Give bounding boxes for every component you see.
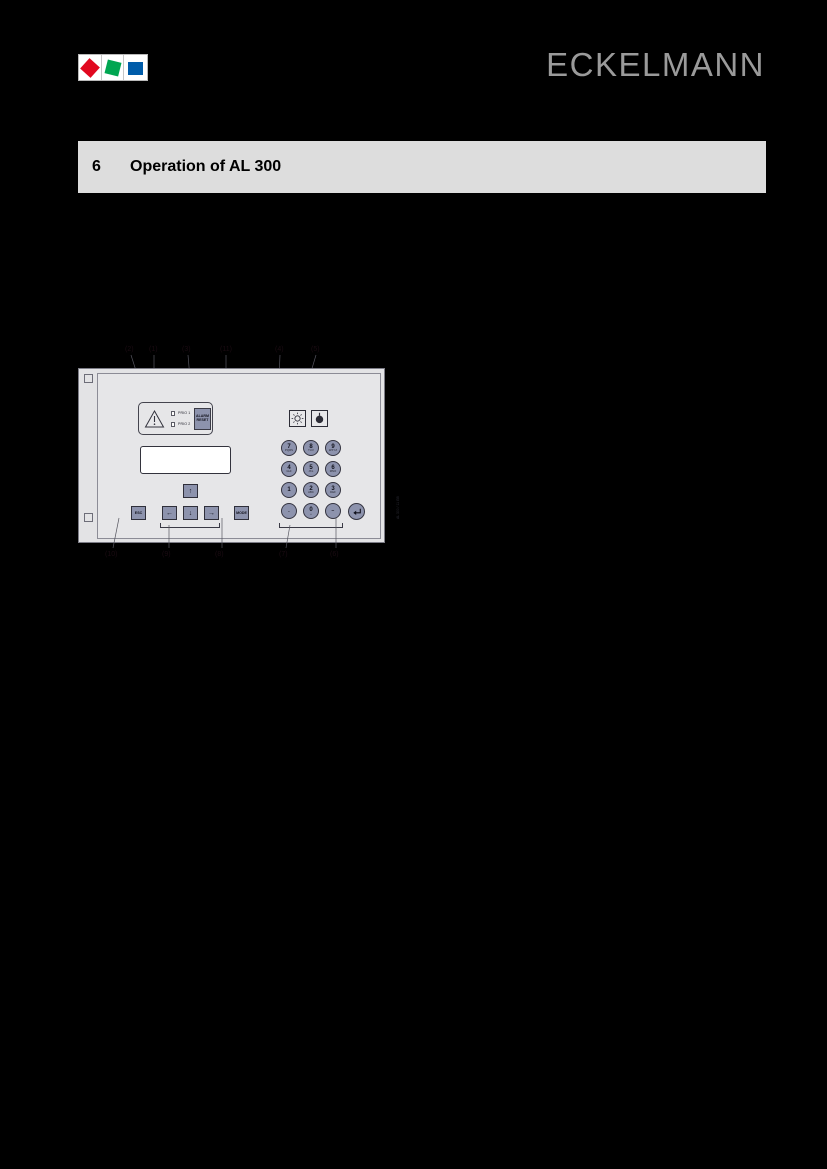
numeric-key-9[interactable]: 9 WXYZ <box>325 440 341 456</box>
callout-6: (6) <box>330 551 339 558</box>
keypad-bracket <box>279 523 343 528</box>
numeric-key-3[interactable]: 3 DEF <box>325 482 341 498</box>
prio-2-label: PRIO 2 <box>178 422 191 426</box>
key-period-digit: . <box>288 507 290 514</box>
numeric-key-0[interactable]: 0 ␣ <box>303 503 319 519</box>
key-2-sub: ABC <box>308 490 314 494</box>
callout-5: (5) <box>311 346 320 353</box>
callout-11: (11) <box>220 346 232 353</box>
numeric-key-minus[interactable]: − <box>325 503 341 519</box>
green-square-icon <box>104 59 122 77</box>
key-7-sub: PQRS <box>284 448 294 452</box>
arrow-up-label: ↑ <box>188 487 193 495</box>
arrow-up-key[interactable]: ↑ <box>183 484 198 498</box>
arrow-left-key[interactable]: ← <box>162 506 177 520</box>
callout-3: (3) <box>182 346 191 353</box>
arrow-down-key[interactable]: ↓ <box>183 506 198 520</box>
key-9-sub: WXYZ <box>328 448 338 452</box>
prio-2-led <box>171 422 175 427</box>
red-diamond-icon <box>80 58 100 78</box>
key-8-sub: TUV <box>308 448 314 452</box>
logo-cell-red <box>79 55 102 80</box>
arrow-right-key[interactable]: → <box>204 506 219 520</box>
chapter-number: 6 <box>92 158 101 175</box>
page-root: ECKELMANN 6 Operation of AL 300 (2) (1) … <box>0 0 827 1169</box>
numeric-key-5[interactable]: 5 JKL <box>303 461 319 477</box>
callout-7: (7) <box>279 551 288 558</box>
callout-9: (9) <box>162 551 171 558</box>
eckelmann-logo <box>78 54 148 81</box>
numeric-key-6[interactable]: 6 MNO <box>325 461 341 477</box>
key-3-sub: DEF <box>330 490 336 494</box>
arrow-keys-bracket <box>160 523 220 528</box>
alarm-indicator-group: PRIO 1 PRIO 2 ALARM RESET <box>138 402 213 435</box>
numeric-key-7[interactable]: 7 PQRS <box>281 440 297 456</box>
warning-triangle-icon <box>144 409 165 428</box>
mode-label: MODE <box>236 511 247 515</box>
alarm-reset-line2: RESET <box>196 418 209 422</box>
numeric-key-8[interactable]: 8 TUV <box>303 440 319 456</box>
key-4-sub: GHI <box>286 469 292 473</box>
drawing-reference: AL 300 / 11 GB <box>396 496 400 519</box>
key-5-sub: JKL <box>308 469 314 473</box>
callout-4: (4) <box>275 346 284 353</box>
numeric-key-period[interactable]: . <box>281 503 297 519</box>
arrow-right-label: → <box>208 509 215 517</box>
prio-1-label: PRIO 1 <box>178 411 191 415</box>
logo-cell-blue <box>124 55 147 80</box>
eckelmann-wordmark: ECKELMANN <box>546 46 765 83</box>
key-1-digit: 1 <box>287 487 291 493</box>
callout-8: (8) <box>215 551 224 558</box>
callout-10: (10) <box>105 551 118 558</box>
blue-square-icon <box>128 62 144 75</box>
callout-2: (2) <box>125 346 134 353</box>
horn-icon <box>315 412 324 424</box>
mounting-screw-top-left <box>84 374 93 383</box>
lamp-test-icon <box>291 412 304 425</box>
lamp-test-button[interactable] <box>289 410 306 427</box>
esc-key[interactable]: ESC <box>131 506 146 520</box>
key-0-sub: ␣ <box>310 511 312 515</box>
mounting-screw-bottom-left <box>84 513 93 522</box>
logo-cell-green <box>102 55 125 80</box>
al-300-device-body: PRIO 1 PRIO 2 ALARM RESET ↑ ESC ← ↓ → MO… <box>78 368 400 543</box>
numeric-key-4[interactable]: 4 GHI <box>281 461 297 477</box>
numeric-key-2[interactable]: 2 ABC <box>303 482 319 498</box>
mode-key[interactable]: MODE <box>234 506 249 520</box>
prio-1-led <box>171 411 175 416</box>
callout-1: (1) <box>149 346 158 353</box>
chapter-heading-bar: 6 Operation of AL 300 <box>78 141 766 193</box>
chapter-title: Operation of AL 300 <box>130 158 282 175</box>
horn-button[interactable] <box>311 410 328 427</box>
key-minus-digit: − <box>331 507 335 514</box>
arrow-down-label: ↓ <box>188 509 193 517</box>
enter-key[interactable] <box>348 503 365 520</box>
front-panel: PRIO 1 PRIO 2 ALARM RESET ↑ ESC ← ↓ → MO… <box>97 373 400 539</box>
esc-label: ESC <box>134 511 143 515</box>
alarm-reset-button[interactable]: ALARM RESET <box>194 408 211 430</box>
enter-arrow-icon <box>352 508 361 515</box>
lcd-display <box>140 446 231 474</box>
key-6-sub: MNO <box>329 469 337 473</box>
arrow-left-label: ← <box>166 509 173 517</box>
numeric-key-1[interactable]: 1 <box>281 482 297 498</box>
al-300-front-panel-figure: (2) (1) (3) (11) (4) (5) PRIO 1 PRIO 2 A… <box>78 340 400 570</box>
